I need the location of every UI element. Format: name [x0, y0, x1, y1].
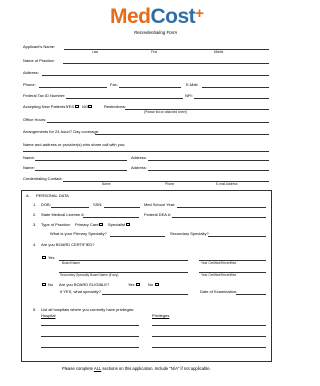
share-call-label: Name and address or provider(s) who shar…	[23, 142, 126, 147]
secondary-specialty-field[interactable]	[208, 236, 266, 237]
practice-type-label: Type of Practice:	[41, 222, 71, 227]
share-name1-label: Name:	[23, 155, 35, 160]
year-certified2-caption: Year Certified/Recertified	[201, 273, 237, 277]
primary-care-checkbox[interactable]	[99, 222, 103, 226]
hospital-row2-field[interactable]	[41, 336, 139, 337]
secondary-board-caption: Secondary Specialty Board Name (if any)	[60, 273, 119, 277]
fax-field[interactable]	[119, 87, 181, 88]
if-so-label: If YES, what specialty?	[60, 289, 101, 294]
tax-id-field[interactable]	[66, 98, 183, 99]
section-title: PERSONAL DATA	[36, 193, 69, 198]
applicant-name-label: Applicant's Name:	[23, 44, 56, 49]
first-caption: First	[151, 50, 158, 54]
share-name2-field[interactable]	[35, 170, 127, 171]
board-eligible-no-checkbox[interactable]	[155, 282, 159, 286]
email-label: E-Mail:	[186, 82, 199, 87]
completion-instruction: Please complete ALL sections on this app…	[62, 366, 211, 371]
share-call-field[interactable]	[23, 151, 269, 152]
hospital-row1-field[interactable]	[41, 325, 139, 326]
med-school-field[interactable]	[177, 207, 266, 208]
restrictions-label: Restrictions:	[104, 104, 127, 109]
dea-label: Federal DEA #:	[144, 212, 172, 217]
dea-field[interactable]	[172, 217, 266, 218]
privileges-column-header: Privileges	[152, 313, 170, 318]
privileges-row3-field[interactable]	[152, 347, 266, 348]
item4-number: 4.	[33, 242, 37, 247]
office-hours-field[interactable]	[47, 122, 269, 123]
board-certified-yes-label: Yes	[48, 255, 55, 260]
exam-date-field[interactable]	[236, 294, 266, 295]
item5-number: 5.	[33, 307, 37, 312]
privileges-row1-field[interactable]	[152, 325, 266, 326]
board-eligible-yes-label: Yes	[128, 282, 135, 287]
share-address1-field[interactable]	[148, 160, 269, 161]
email-field[interactable]	[202, 87, 269, 88]
primary-specialty-label: What is your Primary Specialty?	[50, 231, 107, 236]
npi-label: NPI:	[185, 93, 193, 98]
share-name2-label: Name:	[23, 165, 35, 170]
item1-number: 1.	[33, 202, 37, 207]
address-field[interactable]	[42, 75, 269, 76]
restrictions-note: (Please list on attached sheet)	[144, 110, 187, 114]
board-eligible-no-label: No	[148, 282, 154, 287]
year-certified-caption: Year Certified/Recertified	[201, 261, 237, 265]
eligible-specialty-field[interactable]	[102, 294, 188, 295]
state-license-field[interactable]	[83, 217, 139, 218]
medcost-logo: MedCost+	[110, 5, 204, 28]
share-address2-label: Address:	[131, 165, 147, 170]
contact-phone-caption: Phone	[165, 182, 175, 186]
specialist-label: Specialist	[108, 222, 126, 227]
hospital-column-header: Hospital	[41, 313, 56, 318]
office-hours-label: Office Hours:	[23, 117, 47, 122]
contact-name-caption: Name	[102, 182, 111, 186]
accepting-yes-label: YES	[66, 104, 75, 109]
state-license-label: State Medical License #:	[41, 212, 85, 217]
board-certified-no-checkbox[interactable]	[42, 282, 46, 286]
npi-field[interactable]	[194, 98, 269, 99]
med-school-label: Med School Year:	[144, 202, 176, 207]
phone-label: Phone:	[23, 82, 36, 87]
practice-name-field[interactable]	[63, 63, 269, 64]
board-certified-yes-checkbox[interactable]	[42, 255, 46, 259]
primary-specialty-field[interactable]	[110, 236, 165, 237]
recredentialing-form-page: MedCost+ Recredentialing Form Applicant'…	[0, 0, 298, 386]
share-address2-field[interactable]	[148, 170, 269, 171]
board-eligible-yes-checkbox[interactable]	[136, 282, 140, 286]
privileges-row2-field[interactable]	[152, 336, 266, 337]
exam-date-label: Date of Examination:	[200, 289, 238, 294]
share-address1-label: Address:	[131, 155, 147, 160]
practice-name-label: Name of Practice:	[23, 58, 55, 63]
credentialing-contact-label: Credentialing Contact:	[23, 176, 63, 181]
dob-label: DOB:	[41, 202, 51, 207]
contact-email-caption: E-mail Address	[216, 182, 238, 186]
accepting-no-checkbox[interactable]	[88, 104, 92, 108]
dob-field[interactable]	[51, 207, 89, 208]
item2-number: 2.	[33, 212, 37, 217]
middle-caption: Middle	[214, 50, 224, 54]
board-certified-label: Are you BOARD CERTIFIED?	[41, 242, 95, 247]
last-caption: Last	[92, 50, 99, 54]
address-label: Address:	[23, 70, 39, 75]
primary-care-label: Primary Care	[75, 222, 99, 227]
specialist-checkbox[interactable]	[126, 222, 130, 226]
ssn-label: SSN:	[93, 202, 103, 207]
share-name1-field[interactable]	[35, 160, 127, 161]
tax-id-label: Federal Tax ID Number:	[23, 93, 66, 98]
hospital-row3-field[interactable]	[41, 347, 139, 348]
form-subtitle: Recredentialing Form	[134, 30, 178, 35]
accepting-patients-label: Accepting New Patients?	[23, 104, 68, 109]
fax-label: Fax:	[110, 82, 118, 87]
item3-number: 3.	[33, 222, 37, 227]
board-certified-no-label: No	[48, 282, 54, 287]
coverage-field[interactable]	[95, 134, 269, 135]
board-name-caption: Board Name	[62, 261, 80, 265]
section-letter: A.	[26, 193, 30, 198]
phone-field[interactable]	[39, 87, 107, 88]
ssn-field[interactable]	[104, 207, 140, 208]
accepting-yes-checkbox[interactable]	[75, 104, 79, 108]
board-eligible-label: Are you BOARD ELIGIBLE?	[59, 282, 110, 287]
coverage-label: Arrangements for 24-hour/7 Day coverage:	[23, 129, 100, 134]
list-hospitals-label: List all hospitals where you currently h…	[41, 307, 135, 312]
secondary-specialty-label: Secondary Specialty?	[170, 231, 209, 236]
